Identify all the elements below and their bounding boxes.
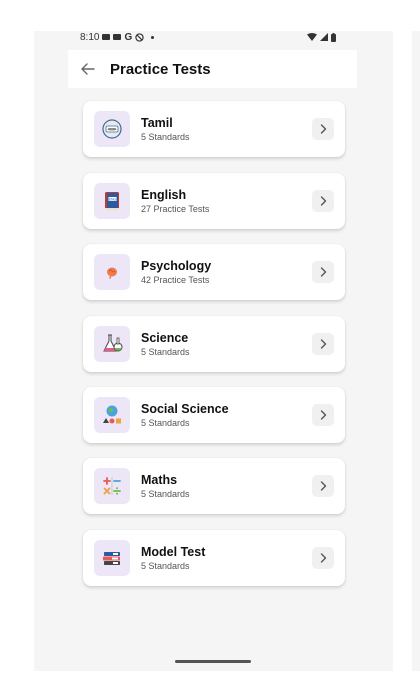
arrow-left-icon [81, 63, 95, 75]
subject-icon-container [94, 254, 130, 290]
subject-title: Psychology [141, 259, 212, 273]
battery-icon [331, 32, 336, 42]
chevron-right-icon [320, 410, 326, 420]
google-notification-icon: G [124, 31, 133, 43]
open-subject-button[interactable] [312, 547, 334, 569]
chevron-right-icon [320, 196, 326, 206]
subject-icon-container [94, 111, 130, 147]
open-subject-button[interactable] [312, 118, 334, 140]
status-time: 8:10 [80, 31, 100, 43]
math-symbols-icon [103, 477, 121, 495]
chevron-right-icon [320, 339, 326, 349]
subject-icon-container: ENG [94, 183, 130, 219]
subject-subtitle: 5 Standards [141, 561, 190, 571]
open-subject-button[interactable] [312, 333, 334, 355]
subject-card-social-science[interactable]: Social Science 5 Standards [83, 387, 345, 443]
subject-title: Tamil [141, 116, 173, 130]
dnd-icon [135, 32, 144, 42]
gesture-home-bar[interactable] [175, 660, 251, 663]
subject-icon-container [94, 468, 130, 504]
flask-icon [103, 334, 123, 352]
subject-title: Model Test [141, 545, 206, 559]
signal-icon [320, 33, 328, 41]
back-button[interactable] [68, 50, 108, 88]
subject-subtitle: 27 Practice Tests [141, 204, 210, 214]
subject-icon-container [94, 326, 130, 362]
subject-card-model-test[interactable]: Model Test 5 Standards [83, 530, 345, 586]
open-subject-button[interactable] [312, 475, 334, 497]
app-bar: Practice Tests [68, 50, 357, 88]
tamil-book-icon [102, 119, 122, 139]
subject-icon-container [94, 397, 130, 433]
wifi-icon [307, 33, 317, 41]
subject-title: English [141, 188, 187, 202]
adjacent-screen-edge [412, 31, 420, 671]
subject-subtitle: 5 Standards [141, 347, 190, 357]
svg-text:ENG: ENG [109, 197, 116, 201]
subject-title: Science [141, 331, 189, 345]
youtube-notification-icon-2 [113, 34, 122, 40]
subject-subtitle: 5 Standards [141, 489, 190, 499]
subject-subtitle: 5 Standards [141, 418, 190, 428]
subject-icon-container [94, 540, 130, 576]
subject-subtitle: 5 Standards [141, 132, 190, 142]
subject-card-english[interactable]: ENG English 27 Practice Tests [83, 173, 345, 229]
globe-shapes-icon [103, 405, 121, 424]
status-bar: 8:10 G [80, 28, 342, 46]
subject-card-maths[interactable]: Maths 5 Standards [83, 458, 345, 514]
youtube-notification-icon [102, 34, 111, 40]
chevron-right-icon [320, 124, 326, 134]
open-subject-button[interactable] [312, 261, 334, 283]
brain-icon [107, 267, 117, 279]
page-title: Practice Tests [110, 60, 211, 78]
subject-subtitle: 42 Practice Tests [141, 275, 210, 285]
subject-title: Maths [141, 473, 178, 487]
chevron-right-icon [320, 267, 326, 277]
subject-card-psychology[interactable]: Psychology 42 Practice Tests [83, 244, 345, 300]
open-subject-button[interactable] [312, 190, 334, 212]
subject-title: Social Science [141, 402, 229, 416]
english-book-icon: ENG [105, 192, 119, 210]
chevron-right-icon [320, 553, 326, 563]
stacked-books-icon [103, 552, 120, 565]
more-notifications-dot-icon [151, 35, 155, 39]
subject-card-science[interactable]: Science 5 Standards [83, 316, 345, 372]
chevron-right-icon [320, 481, 326, 491]
subject-card-tamil[interactable]: Tamil 5 Standards [83, 101, 345, 157]
open-subject-button[interactable] [312, 404, 334, 426]
